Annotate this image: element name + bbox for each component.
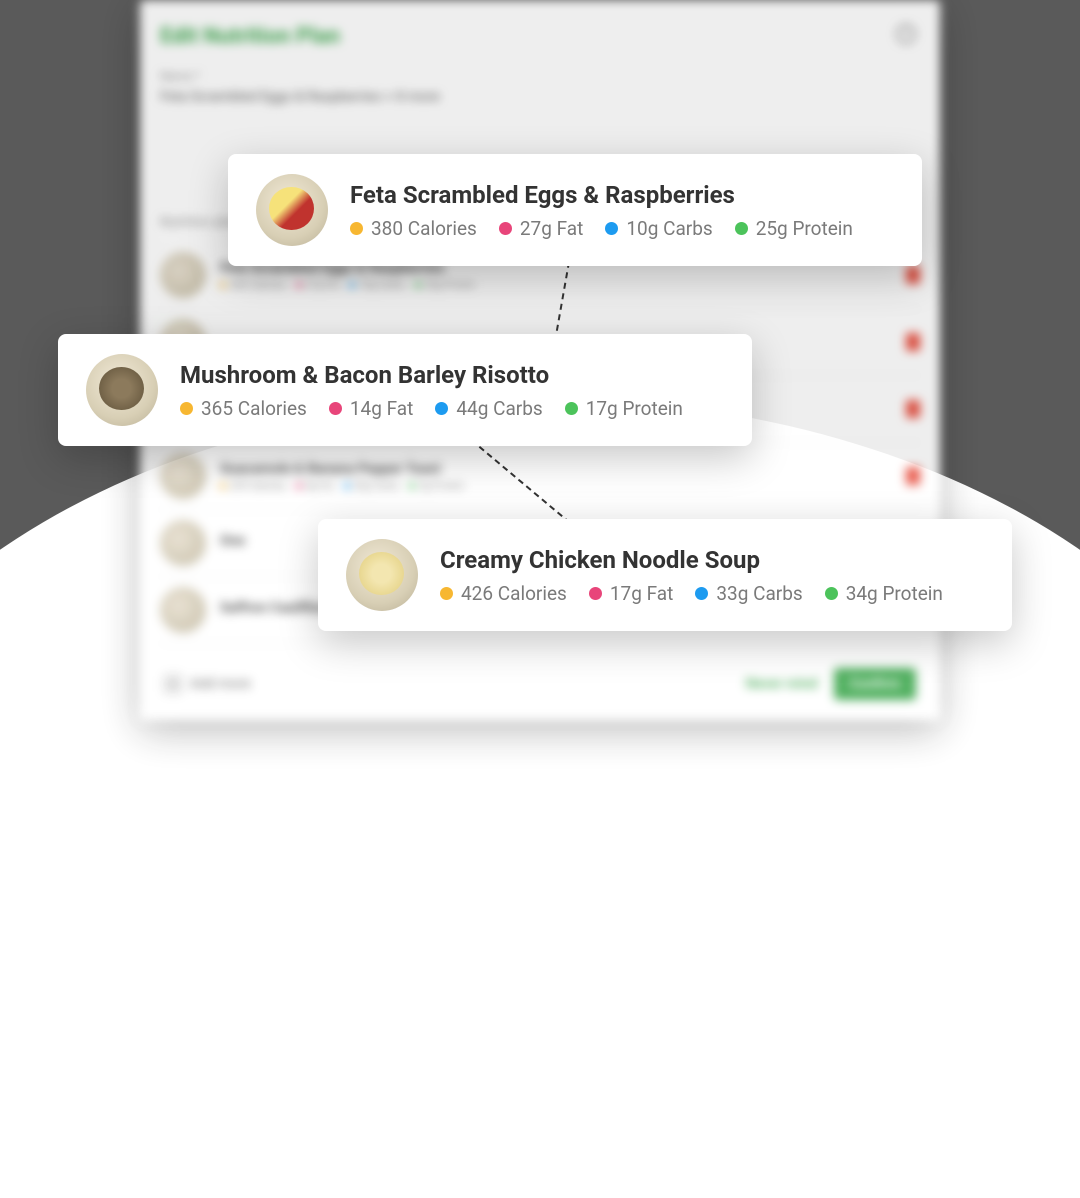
add-icon (164, 675, 182, 693)
meal-card: Creamy Chicken Noodle Soup 426 Calories … (318, 519, 1012, 631)
meal-card: Feta Scrambled Eggs & Raspberries 380 Ca… (228, 154, 922, 266)
meal-thumb-icon (160, 587, 206, 633)
carbs-macro: 10g Carbs (605, 217, 712, 240)
row-title: Guacamole & Banana Pepper Toast (220, 461, 892, 477)
carbs-dot-icon (605, 222, 618, 235)
meal-title: Feta Scrambled Eggs & Raspberries (350, 181, 894, 209)
carbs-macro: 44g Carbs (435, 397, 542, 420)
help-icon[interactable]: ? (896, 24, 916, 44)
fat-dot-icon (329, 402, 342, 415)
protein-macro: 25g Protein (735, 217, 853, 240)
name-field-value[interactable]: Feta Scrambled Eggs & Raspberries + 8 mo… (160, 89, 920, 105)
fat-dot-icon (499, 222, 512, 235)
protein-dot-icon (565, 402, 578, 415)
protein-macro: 17g Protein (565, 397, 683, 420)
dialog-title: Edit Nutrition Plan (160, 24, 920, 49)
meal-title: Mushroom & Bacon Barley Risotto (180, 361, 724, 389)
meal-thumb-icon (256, 174, 328, 246)
delete-icon[interactable] (906, 333, 920, 351)
fat-macro: 14g Fat (329, 397, 413, 420)
meal-title: Creamy Chicken Noodle Soup (440, 546, 984, 574)
meal-macros: 380 Calories 27g Fat 10g Carbs 25g Prote… (350, 217, 894, 240)
meal-macros: 365 Calories 14g Fat 44g Carbs 17g Prote… (180, 397, 724, 420)
protein-dot-icon (825, 587, 838, 600)
fat-macro: 17g Fat (589, 582, 673, 605)
never-mind-button[interactable]: Never mind (746, 676, 818, 692)
meal-thumb-icon (160, 252, 206, 298)
delete-icon[interactable] (906, 400, 920, 418)
protein-dot-icon (735, 222, 748, 235)
confirm-button[interactable]: Confirm (834, 668, 916, 700)
calories-dot-icon (350, 222, 363, 235)
carbs-dot-icon (695, 587, 708, 600)
fat-macro: 27g Fat (499, 217, 583, 240)
meal-macros: 426 Calories 17g Fat 33g Carbs 34g Prote… (440, 582, 984, 605)
plan-row[interactable]: Guacamole & Banana Pepper Toast 229 Calo… (160, 443, 920, 510)
meal-thumb-icon (86, 354, 158, 426)
calories-dot-icon (180, 402, 193, 415)
name-label: Name * (160, 69, 920, 83)
fat-dot-icon (589, 587, 602, 600)
carbs-dot-icon (435, 402, 448, 415)
carbs-macro: 33g Carbs (695, 582, 802, 605)
meal-thumb-icon (160, 520, 206, 566)
calories-dot-icon (440, 587, 453, 600)
add-more-button[interactable]: Add more (164, 675, 251, 693)
add-more-label: Add more (190, 676, 251, 692)
calories-macro: 365 Calories (180, 397, 307, 420)
calories-macro: 380 Calories (350, 217, 477, 240)
meal-card: Mushroom & Bacon Barley Risotto 365 Calo… (58, 334, 752, 446)
meal-thumb-icon (160, 453, 206, 499)
delete-icon[interactable] (906, 467, 920, 485)
delete-icon[interactable] (906, 266, 920, 284)
meal-thumb-icon (346, 539, 418, 611)
protein-macro: 34g Protein (825, 582, 943, 605)
calories-macro: 426 Calories (440, 582, 567, 605)
